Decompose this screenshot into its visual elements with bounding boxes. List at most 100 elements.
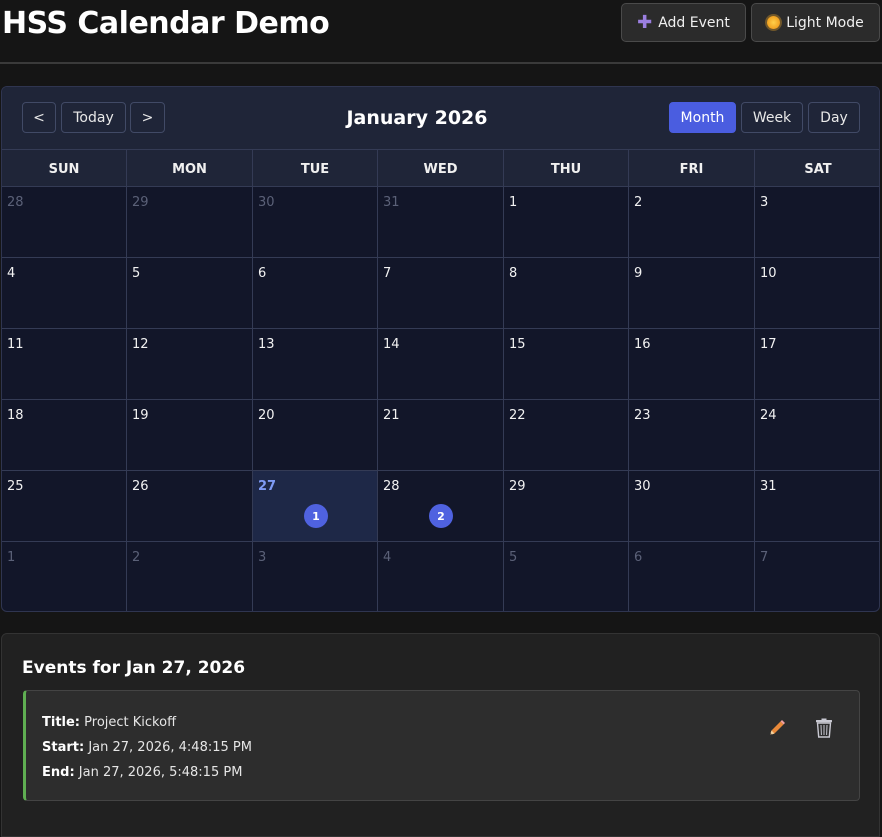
day-cell[interactable]: 8 [504, 258, 629, 329]
day-number: 3 [760, 195, 769, 210]
day-number: 29 [132, 195, 149, 210]
day-cell[interactable]: 3 [755, 187, 879, 258]
day-cell[interactable]: 31 [755, 471, 879, 542]
day-cell[interactable]: 1 [2, 542, 127, 611]
day-number: 4 [7, 266, 16, 281]
day-number: 21 [383, 408, 400, 423]
day-cell[interactable]: 13 [253, 329, 378, 400]
day-cell[interactable]: 6 [629, 542, 755, 611]
day-number: 18 [7, 408, 24, 423]
theme-toggle-label: Light Mode [786, 14, 864, 31]
day-number: 6 [258, 266, 267, 281]
day-cell[interactable]: 6 [253, 258, 378, 329]
day-number: 1 [509, 195, 518, 210]
day-number: 8 [509, 266, 518, 281]
app-header: HSS Calendar Demo ✚ Add Event Light Mode [0, 0, 882, 64]
weekday-sat: SAT [804, 161, 832, 177]
day-cell[interactable]: 4 [378, 542, 504, 611]
day-cell[interactable]: 1 [504, 187, 629, 258]
day-cell[interactable]: 31 [378, 187, 504, 258]
day-cell[interactable]: 29 [127, 187, 253, 258]
day-cell[interactable]: 21 [378, 400, 504, 471]
day-number: 16 [634, 337, 651, 352]
day-cell[interactable]: 24 [755, 400, 879, 471]
next-month-button[interactable]: > [130, 102, 165, 133]
day-cell[interactable]: 9 [629, 258, 755, 329]
day-number: 14 [383, 337, 400, 352]
view-day-button[interactable]: Day [808, 102, 860, 133]
weekday-tue: TUE [253, 150, 378, 188]
day-number: 4 [383, 550, 392, 565]
day-cell[interactable]: 28 [2, 187, 127, 258]
day-cell[interactable]: 3 [253, 542, 378, 611]
day-cell[interactable]: 10 [755, 258, 879, 329]
day-number: 17 [760, 337, 777, 352]
event-start-line: Start: Jan 27, 2026, 4:48:15 PM [42, 740, 252, 755]
edit-event-button[interactable] [764, 715, 790, 741]
day-cell[interactable]: 11 [2, 329, 127, 400]
day-cell[interactable]: 18 [2, 400, 127, 471]
app-title: HSS Calendar Demo [2, 6, 330, 41]
day-number: 12 [132, 337, 149, 352]
add-event-button[interactable]: ✚ Add Event [621, 3, 746, 42]
weekday-fri: FRI [629, 150, 755, 188]
day-cell[interactable]: 28 2 [378, 471, 504, 542]
day-cell[interactable]: 30 [253, 187, 378, 258]
day-cell[interactable]: 30 [629, 471, 755, 542]
day-number: 2 [132, 550, 141, 565]
today-button[interactable]: Today [61, 102, 126, 133]
day-cell[interactable]: 22 [504, 400, 629, 471]
day-cell[interactable]: 19 [127, 400, 253, 471]
event-title-line: Title: Project Kickoff [42, 715, 176, 730]
day-cell[interactable]: 5 [504, 542, 629, 611]
day-number: 28 [7, 195, 24, 210]
day-number: 22 [509, 408, 526, 423]
event-count-badge[interactable]: 2 [429, 504, 453, 528]
day-number: 31 [760, 479, 777, 494]
day-cell[interactable]: 26 [127, 471, 253, 542]
event-title: Project Kickoff [84, 715, 177, 730]
weekday-sun: SUN [2, 150, 127, 188]
day-cell[interactable]: 14 [378, 329, 504, 400]
event-start: Jan 27, 2026, 4:48:15 PM [88, 740, 252, 755]
day-cell[interactable]: 23 [629, 400, 755, 471]
day-cell[interactable]: 12 [127, 329, 253, 400]
day-cell[interactable]: 25 [2, 471, 127, 542]
day-number: 27 [258, 479, 277, 494]
day-cell[interactable]: 17 [755, 329, 879, 400]
weekday-header: SUN MON TUE WED THU FRI SAT [2, 149, 879, 188]
weekday-thu: THU [504, 150, 629, 188]
day-cell[interactable]: 5 [127, 258, 253, 329]
day-number: 30 [634, 479, 651, 494]
day-number: 20 [258, 408, 275, 423]
prev-month-button[interactable]: < [22, 102, 56, 133]
day-number: 10 [760, 266, 777, 281]
month-grid: 28 29 30 31 1 2 3 4 5 6 7 8 9 10 11 12 13 14 15 16 17 18 19 20 2… [2, 187, 879, 611]
day-cell[interactable]: 16 [629, 329, 755, 400]
event-count-badge[interactable]: 1 [304, 504, 328, 528]
day-number: 9 [634, 266, 643, 281]
day-number: 31 [383, 195, 400, 210]
day-cell[interactable]: 20 [253, 400, 378, 471]
theme-toggle-button[interactable]: Light Mode [751, 3, 880, 42]
day-cell[interactable]: 7 [378, 258, 504, 329]
view-month-button[interactable]: Month [669, 102, 736, 133]
weekday-mon: MON [127, 150, 253, 188]
calendar: < Today > January 2026 Month Week Day SU… [1, 86, 880, 612]
day-cell[interactable]: 27 1 [253, 471, 378, 542]
calendar-title: January 2026 [346, 107, 488, 129]
view-week-button[interactable]: Week [741, 102, 803, 133]
day-cell[interactable]: 4 [2, 258, 127, 329]
event-end: Jan 27, 2026, 5:48:15 PM [78, 765, 243, 780]
day-cell[interactable]: 7 [755, 542, 879, 611]
delete-event-button[interactable] [811, 715, 837, 741]
day-number: 28 [383, 479, 400, 494]
day-number: 7 [760, 550, 769, 565]
day-cell[interactable]: 15 [504, 329, 629, 400]
day-number: 15 [509, 337, 526, 352]
day-number: 2 [634, 195, 643, 210]
day-cell[interactable]: 2 [629, 187, 755, 258]
day-cell[interactable]: 29 [504, 471, 629, 542]
day-cell[interactable]: 2 [127, 542, 253, 611]
day-number: 25 [7, 479, 24, 494]
